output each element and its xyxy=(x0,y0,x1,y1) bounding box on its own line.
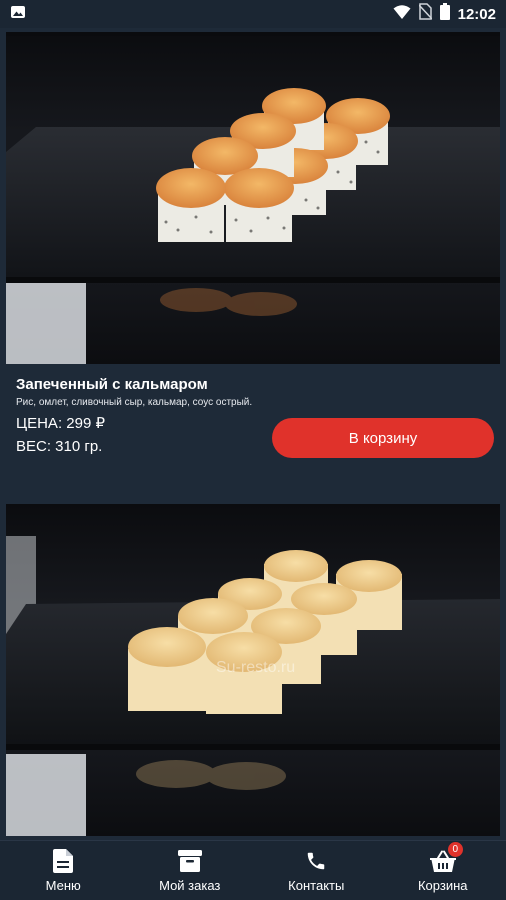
product-info: Запеченный с кальмаром Рис, омлет, сливо… xyxy=(6,364,500,504)
product-description: Рис, омлет, сливочный сыр, кальмар, соус… xyxy=(16,397,253,408)
tab-label: Мой заказ xyxy=(159,878,221,893)
battery-icon xyxy=(439,3,450,25)
tab-cart[interactable]: 0 Корзина xyxy=(380,841,506,900)
product-title: Запеченный с кальмаром xyxy=(16,376,208,393)
cart-count-badge: 0 xyxy=(446,841,464,858)
product-image[interactable]: Su-resto.ru xyxy=(6,504,500,836)
no-sim-icon xyxy=(418,3,433,25)
product-feed[interactable]: Запеченный с кальмаром Рис, омлет, сливо… xyxy=(0,28,506,838)
status-bar: 12:02 xyxy=(0,0,506,28)
tab-my-order[interactable]: Мой заказ xyxy=(127,841,254,900)
watermark-text: Su-resto.ru xyxy=(216,659,295,676)
status-time: 12:02 xyxy=(457,5,496,23)
image-icon xyxy=(10,4,26,25)
product-card: Su-resto.ru xyxy=(6,504,500,836)
archive-box-icon xyxy=(177,848,203,874)
wifi-icon xyxy=(393,4,411,25)
document-icon xyxy=(50,848,76,874)
phone-icon xyxy=(303,848,329,874)
tab-menu[interactable]: Меню xyxy=(0,841,127,900)
tab-label: Корзина xyxy=(417,878,468,893)
shopping-basket-icon: 0 xyxy=(429,841,464,874)
tab-label: Меню xyxy=(45,878,81,893)
product-image[interactable] xyxy=(6,32,500,364)
add-to-cart-button[interactable]: В корзину xyxy=(272,418,494,458)
bottom-tab-bar: Меню Мой заказ Контакты 0 Корзина xyxy=(0,840,506,900)
tab-label: Контакты xyxy=(288,878,345,893)
tab-contacts[interactable]: Контакты xyxy=(253,841,380,900)
product-card: Запеченный с кальмаром Рис, омлет, сливо… xyxy=(6,32,500,504)
